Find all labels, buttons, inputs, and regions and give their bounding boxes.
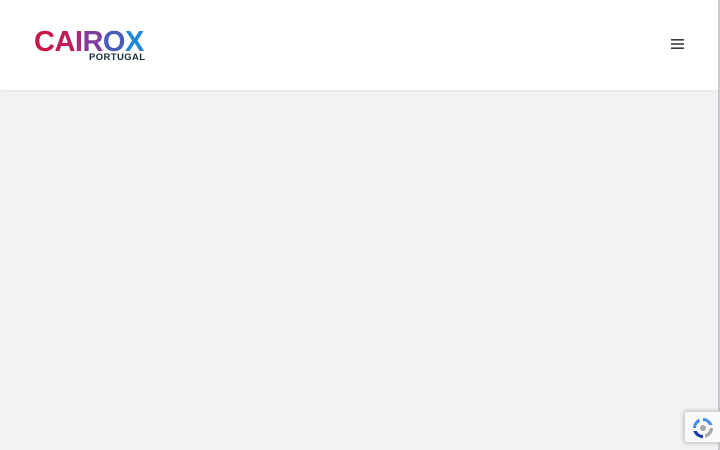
- logo-subtitle: PORTUGAL: [89, 52, 146, 63]
- logo-letter: C: [34, 26, 55, 58]
- site-header: CAIROX PORTUGAL: [0, 0, 718, 90]
- recaptcha-badge[interactable]: [684, 411, 720, 443]
- logo-letter: A: [54, 26, 75, 58]
- recaptcha-icon: [692, 418, 713, 439]
- cairox-logo[interactable]: CAIROX PORTUGAL: [34, 26, 146, 66]
- logo-letter: I: [74, 26, 83, 58]
- hamburger-menu-icon: [671, 39, 684, 49]
- menu-button[interactable]: [669, 36, 687, 52]
